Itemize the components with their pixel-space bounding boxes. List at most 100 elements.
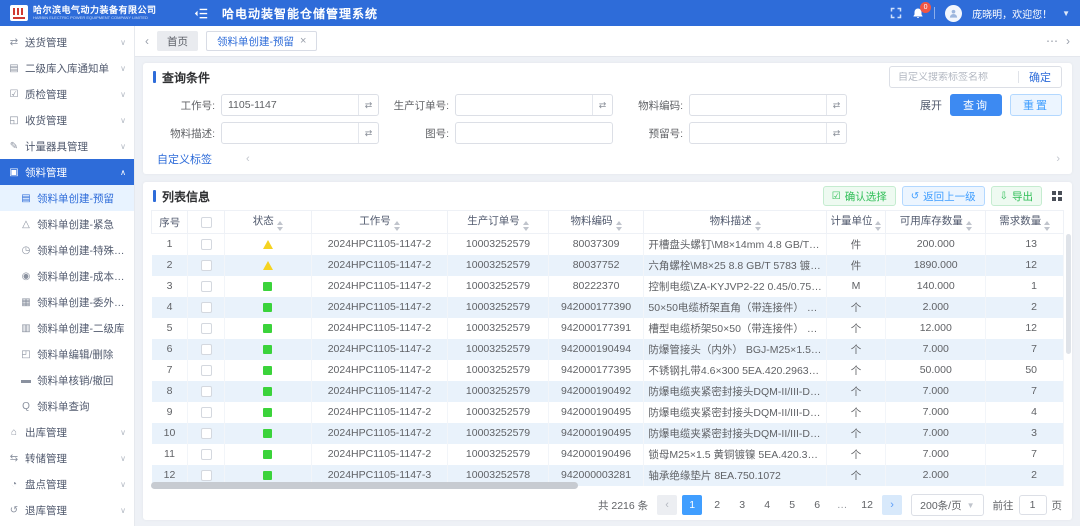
batch-input-icon[interactable]: ⇄ — [826, 123, 846, 143]
col-header-select[interactable] — [188, 211, 224, 234]
col-header-status[interactable]: 状态 — [224, 211, 311, 234]
sidebar-item-create-cost[interactable]: ◉领料单创建-成本中心 — [0, 263, 134, 289]
table-row[interactable]: 12024HPC1105-1147-21000325257980037309开槽… — [152, 234, 1064, 255]
row-checkbox[interactable] — [201, 239, 212, 250]
tags-scroll-left-icon[interactable]: ‹ — [246, 153, 250, 165]
tabs-more-icon[interactable]: ⋯ — [1046, 34, 1058, 48]
sidebar-item-create-secondary[interactable]: ▥领料单创建-二级库 — [0, 315, 134, 341]
tabs-scroll-left-icon[interactable]: ‹ — [145, 34, 149, 48]
sort-icon[interactable] — [277, 221, 283, 231]
sidebar-item-measuring-tools[interactable]: ✎计量器具管理∨ — [0, 133, 134, 159]
fullscreen-icon[interactable] — [890, 7, 902, 19]
vertical-scrollbar-thumb[interactable] — [1066, 234, 1071, 354]
table-row[interactable]: 62024HPC1105-1147-2100032525799420001904… — [152, 339, 1064, 360]
notification-bell-icon[interactable]: 0 — [912, 7, 924, 20]
page-number[interactable]: 12 — [857, 495, 877, 515]
table-row[interactable]: 32024HPC1105-1147-21000325257980222370控制… — [152, 276, 1064, 297]
custom-tag-name-input[interactable] — [890, 72, 1018, 83]
page-size-select[interactable]: 200条/页 ▼ — [911, 494, 983, 516]
production-order-input[interactable]: ⇄ — [455, 94, 613, 116]
page-number[interactable]: 3 — [732, 495, 752, 515]
sidebar-item-create-special[interactable]: ◷领料单创建-特殊项目 — [0, 237, 134, 263]
sidebar-item-receiving[interactable]: ◱收货管理∨ — [0, 107, 134, 133]
sidebar-item-outbound[interactable]: ⌂出库管理∨ — [0, 419, 134, 445]
sidebar-item-writeoff-recall[interactable]: ▬领料单核销/撤回 — [0, 367, 134, 393]
row-checkbox[interactable] — [201, 323, 212, 334]
export-button[interactable]: ⇩ 导出 — [991, 186, 1042, 206]
sidebar-item-return[interactable]: ↺退库管理∨ — [0, 497, 134, 523]
sort-icon[interactable] — [523, 221, 529, 231]
confirm-select-button[interactable]: ☑ 确认选择 — [823, 186, 896, 206]
sidebar-item-create-outsource[interactable]: ▦领料单创建-委外组件 — [0, 289, 134, 315]
page-number[interactable]: 5 — [782, 495, 802, 515]
row-checkbox[interactable] — [201, 386, 212, 397]
col-header-stock[interactable]: 可用库存数量 — [886, 211, 986, 234]
batch-input-icon[interactable]: ⇄ — [592, 95, 612, 115]
table-row[interactable]: 42024HPC1105-1147-2100032525799420001773… — [152, 297, 1064, 318]
col-header-seq[interactable]: 序号 — [152, 211, 188, 234]
row-checkbox[interactable] — [201, 344, 212, 355]
back-to-parent-button[interactable]: ↺ 返回上一级 — [902, 186, 985, 206]
col-header-work-no[interactable]: 工作号 — [311, 211, 448, 234]
col-header-material-code[interactable]: 物料编码 — [548, 211, 644, 234]
custom-tag-link[interactable]: 自定义标签 — [157, 151, 212, 167]
sort-icon[interactable] — [616, 221, 622, 231]
tag-confirm-button[interactable]: 确定 — [1019, 69, 1061, 85]
sidebar-item-material[interactable]: ▣领料管理∧ — [0, 159, 134, 185]
expand-link[interactable]: 展开 — [920, 97, 942, 113]
table-row[interactable]: 112024HPC1105-1147-210003252579942000190… — [152, 444, 1064, 465]
col-header-demand[interactable]: 需求数量 — [986, 211, 1064, 234]
row-checkbox[interactable] — [201, 449, 212, 460]
batch-input-icon[interactable]: ⇄ — [826, 95, 846, 115]
avatar[interactable] — [945, 5, 962, 22]
table-row[interactable]: 22024HPC1105-1147-21000325257980037752六角… — [152, 255, 1064, 276]
table-row[interactable]: 72024HPC1105-1147-2100032525799420001773… — [152, 360, 1064, 381]
page-number[interactable]: 1 — [682, 495, 702, 515]
tabs-scroll-right-icon[interactable]: › — [1066, 34, 1070, 48]
sort-icon[interactable] — [394, 221, 400, 231]
sidebar-item-secondary-inbound[interactable]: ▤二级库入库通知单∨ — [0, 55, 134, 81]
material-desc-input[interactable]: ⇄ — [221, 122, 379, 144]
col-header-material-desc[interactable]: 物料描述 — [644, 211, 826, 234]
page-number[interactable]: 2 — [707, 495, 727, 515]
work-no-input[interactable]: ⇄ — [221, 94, 379, 116]
sort-icon[interactable] — [966, 221, 972, 231]
table-row[interactable]: 82024HPC1105-1147-2100032525799420001904… — [152, 381, 1064, 402]
sort-icon[interactable] — [875, 221, 881, 231]
table-row[interactable]: 102024HPC1105-1147-210003252579942000190… — [152, 423, 1064, 444]
column-settings-icon[interactable] — [1052, 191, 1062, 201]
goto-page-input[interactable] — [1019, 495, 1047, 515]
reserve-no-input[interactable]: ⇄ — [689, 122, 847, 144]
tags-scroll-right-icon[interactable]: › — [1056, 153, 1060, 165]
sidebar-item-edit-delete[interactable]: ◰领料单编辑/删除 — [0, 341, 134, 367]
page-number[interactable]: 6 — [807, 495, 827, 515]
table-row[interactable]: 92024HPC1105-1147-2100032525799420001904… — [152, 402, 1064, 423]
sidebar-item-order-query[interactable]: Q领料单查询 — [0, 393, 134, 419]
select-all-checkbox[interactable] — [201, 217, 212, 228]
sort-icon[interactable] — [1044, 221, 1050, 231]
sidebar-item-quality[interactable]: ☑质检管理∨ — [0, 81, 134, 107]
sort-icon[interactable] — [755, 221, 761, 231]
row-checkbox[interactable] — [201, 365, 212, 376]
user-menu-caret-icon[interactable]: ▼ — [1062, 9, 1070, 18]
search-button[interactable]: 查询 — [950, 94, 1002, 116]
row-checkbox[interactable] — [201, 260, 212, 271]
tab-close-icon[interactable]: × — [300, 35, 306, 47]
prev-page-icon[interactable]: ‹ — [657, 495, 677, 515]
sidebar-item-create-urgent[interactable]: △领料单创建-紧急 — [0, 211, 134, 237]
row-checkbox[interactable] — [201, 428, 212, 439]
sidebar-item-delivery[interactable]: ⇄送货管理∨ — [0, 29, 134, 55]
sidebar-item-create-reserve[interactable]: ▤领料单创建-预留 — [0, 185, 134, 211]
horizontal-scrollbar-thumb[interactable] — [151, 482, 578, 489]
row-checkbox[interactable] — [201, 470, 212, 481]
reset-button[interactable]: 重置 — [1010, 94, 1062, 116]
row-checkbox[interactable] — [201, 407, 212, 418]
table-row[interactable]: 52024HPC1105-1147-2100032525799420001773… — [152, 318, 1064, 339]
page-number[interactable]: 4 — [757, 495, 777, 515]
sidebar-item-stocktake[interactable]: ◔盘点管理∨ — [0, 471, 134, 497]
drawing-no-input[interactable] — [455, 122, 613, 144]
batch-input-icon[interactable]: ⇄ — [358, 95, 378, 115]
tab-active[interactable]: 领料单创建-预留 × — [206, 31, 317, 51]
row-checkbox[interactable] — [201, 281, 212, 292]
tab-home[interactable]: 首页 — [157, 31, 198, 51]
